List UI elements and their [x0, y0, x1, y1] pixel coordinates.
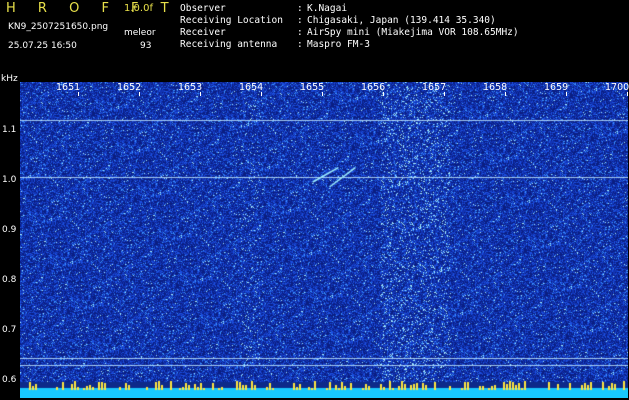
receiver-separator: : [297, 27, 303, 38]
y-axis-unit: kHz [1, 74, 18, 84]
y-tick-label: 0.8 [2, 275, 17, 285]
x-tick-mark [627, 92, 628, 96]
y-tick-label: 0.7 [2, 325, 17, 335]
antenna-separator: : [297, 39, 303, 50]
y-tick-label: 1.1 [2, 125, 17, 135]
x-tick-mark [200, 92, 201, 96]
receiver-value: AirSpy mini (Miakejima VOR 108.65MHz) [307, 27, 519, 38]
x-tick-label: 1654 [239, 82, 264, 93]
image-filename: KN9_2507251650.png [8, 22, 109, 32]
antenna-label: Receiving antenna [180, 39, 278, 50]
y-tick-label: 1.0 [2, 175, 17, 185]
spectrogram-panel [20, 82, 628, 398]
x-tick-label: 1659 [544, 82, 569, 93]
x-tick-label: 1700 [605, 82, 629, 93]
location-value: Chigasaki, Japan (139.414 35.340) [307, 15, 496, 26]
observer-separator: : [297, 3, 303, 14]
app-version: 1.0.0f [124, 3, 153, 14]
antenna-value: Maspro FM-3 [307, 39, 370, 50]
hrofft-window: H R O F F T 1.0.0f KN9_2507251650.png me… [0, 0, 629, 400]
x-tick-mark [261, 92, 262, 96]
observer-label: Observer [180, 3, 226, 14]
location-separator: : [297, 15, 303, 26]
x-tick-label: 1653 [178, 82, 203, 93]
x-tick-label: 1655 [300, 82, 325, 93]
y-tick-label: 0.6 [2, 375, 17, 385]
x-tick-label: 1656 [361, 82, 386, 93]
location-label: Receiving Location [180, 15, 283, 26]
x-tick-mark [139, 92, 140, 96]
y-tick-label: 0.9 [2, 225, 17, 235]
spectrogram-canvas [20, 82, 628, 398]
observer-value: K.Nagai [307, 3, 348, 14]
x-tick-label: 1657 [422, 82, 447, 93]
timestamp: 25.07.25 16:50 [8, 41, 77, 51]
x-tick-label: 1652 [117, 82, 142, 93]
receiver-label: Receiver [180, 27, 226, 38]
x-tick-mark [383, 92, 384, 96]
x-tick-label: 1651 [56, 82, 81, 93]
x-tick-mark [566, 92, 567, 96]
x-tick-mark [322, 92, 323, 96]
x-tick-mark [505, 92, 506, 96]
x-tick-label: 1658 [483, 82, 508, 93]
x-tick-mark [444, 92, 445, 96]
mode-label: meleor [124, 28, 156, 38]
x-tick-mark [78, 92, 79, 96]
detection-count: 93 [140, 41, 152, 51]
